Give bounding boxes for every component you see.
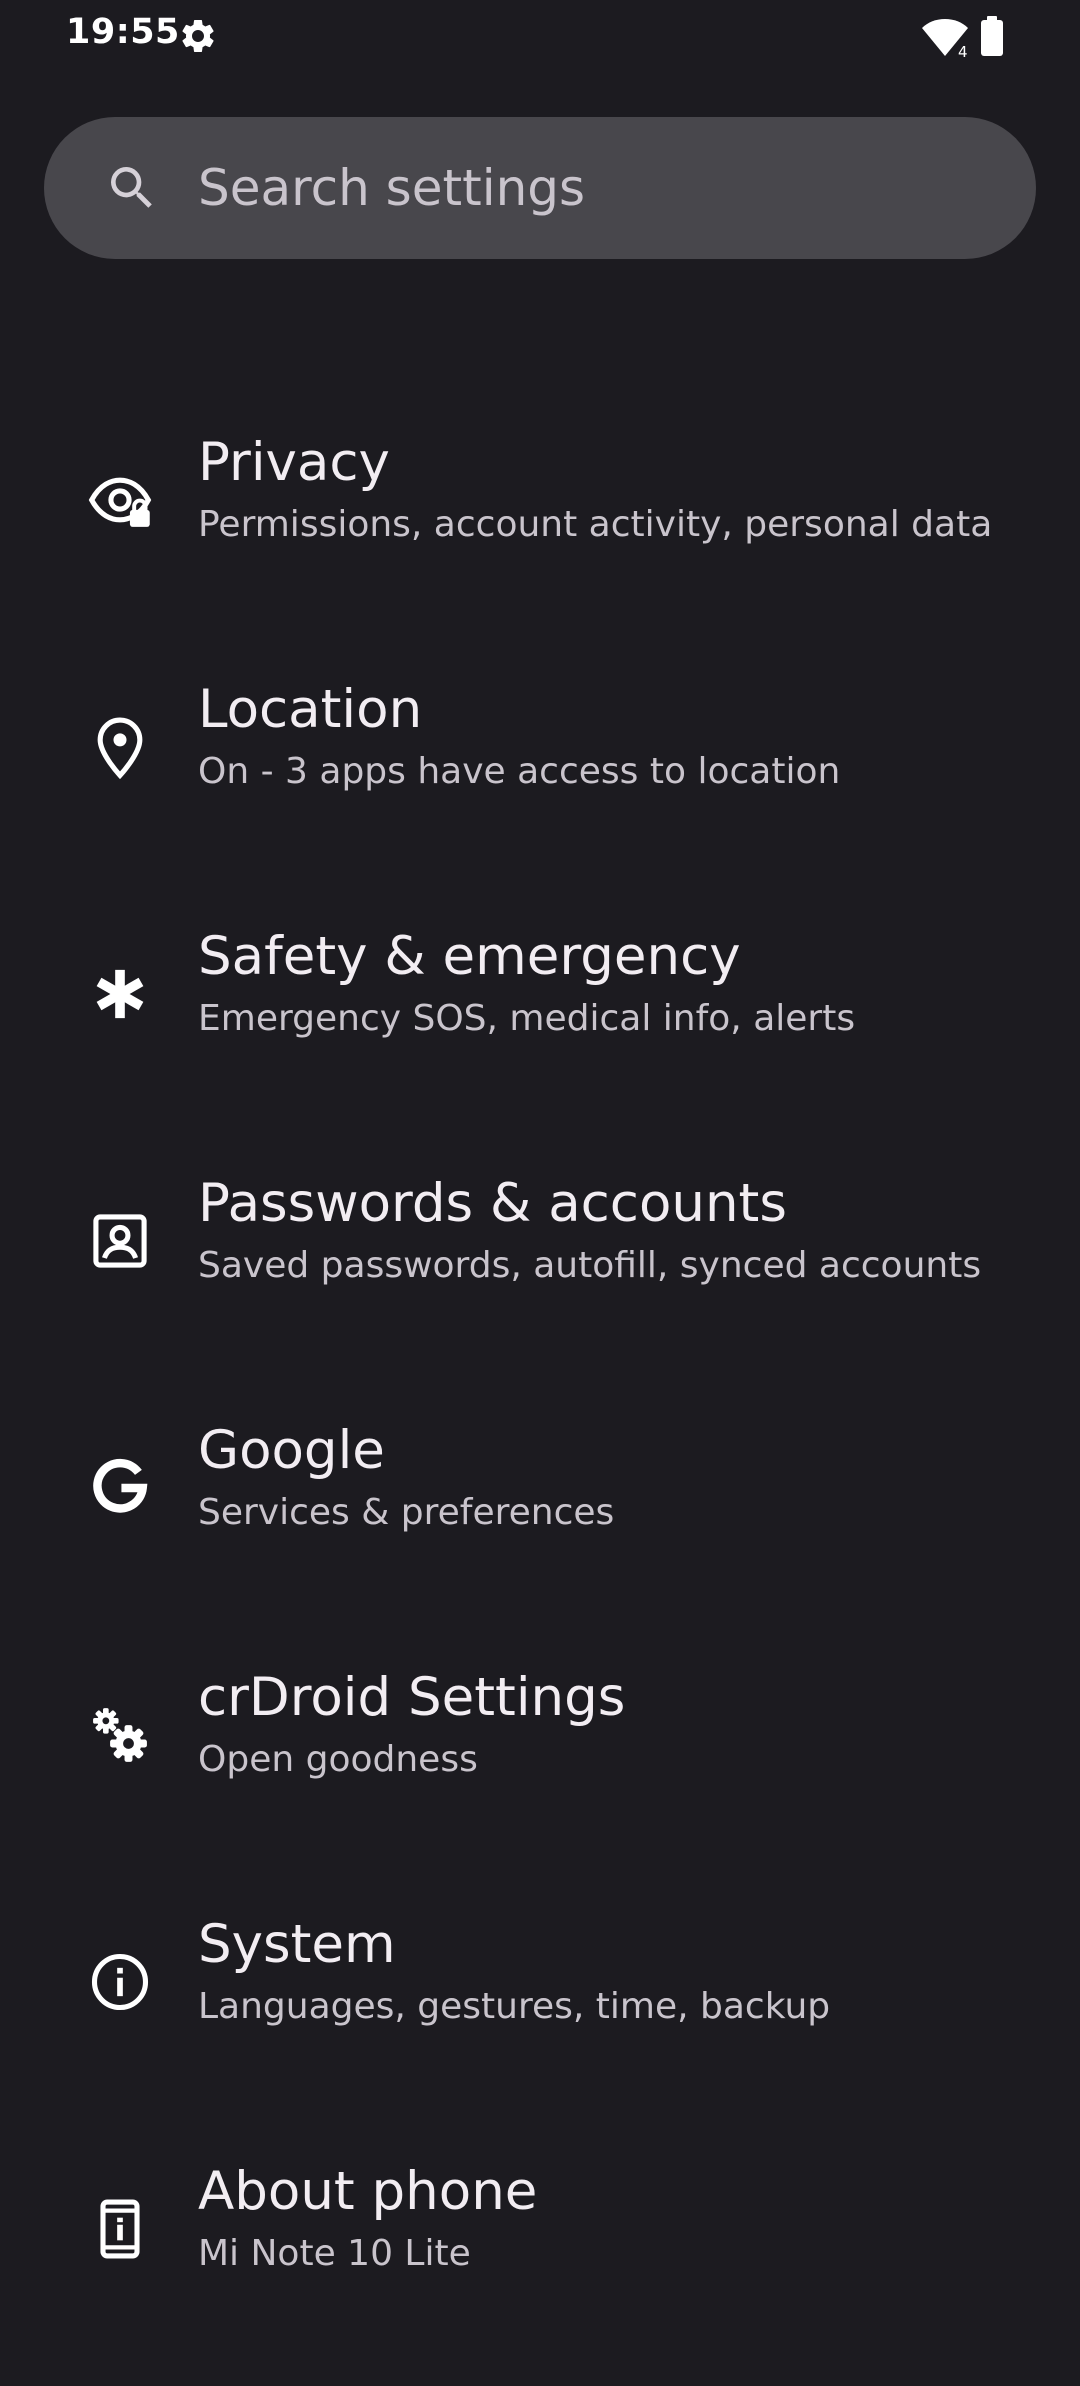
settings-item-subtitle: Saved passwords, autofill, synced accoun… — [198, 1245, 982, 1286]
settings-item-subtitle: Services & preferences — [198, 1492, 615, 1533]
settings-item-title: Privacy — [198, 432, 390, 493]
eye-lock-icon — [86, 466, 154, 534]
settings-item-subtitle: Languages, gestures, time, backup — [198, 1986, 831, 2027]
gears-icon — [86, 1701, 154, 1769]
settings-item-title: About phone — [198, 2161, 538, 2222]
google-icon — [86, 1454, 154, 1522]
wifi-badge: 4 — [958, 43, 968, 58]
wifi-icon: 4 — [920, 16, 970, 61]
settings-item-crdroid-settings[interactable]: crDroid Settings Open goodness — [0, 1645, 1080, 1892]
settings-item-safety-emergency[interactable]: Safety & emergency Emergency SOS, medica… — [0, 904, 1080, 1151]
settings-item-title: Location — [198, 679, 423, 740]
phone-info-icon — [86, 2195, 154, 2263]
settings-item-subtitle: Permissions, account activity, personal … — [198, 504, 993, 545]
settings-item-system[interactable]: System Languages, gestures, time, backup — [0, 1892, 1080, 2139]
status-bar: 19:55 4 — [0, 0, 1080, 72]
settings-item-subtitle: On - 3 apps have access to location — [198, 751, 841, 792]
account-box-icon — [86, 1207, 154, 1275]
settings-item-subtitle: Emergency SOS, medical info, alerts — [198, 998, 856, 1039]
location-pin-icon — [86, 713, 154, 781]
settings-item-title: Passwords & accounts — [198, 1173, 787, 1234]
settings-item-privacy[interactable]: Privacy Permissions, account activity, p… — [0, 410, 1080, 657]
settings-item-subtitle: Mi Note 10 Lite — [198, 2233, 471, 2274]
settings-item-title: System — [198, 1914, 396, 1975]
settings-item-passwords-accounts[interactable]: Passwords & accounts Saved passwords, au… — [0, 1151, 1080, 1398]
settings-item-location[interactable]: Location On - 3 apps have access to loca… — [0, 657, 1080, 904]
info-icon — [86, 1948, 154, 2016]
gear-icon — [178, 16, 218, 56]
settings-item-title: Safety & emergency — [198, 926, 741, 987]
search-bar[interactable]: Search settings — [44, 117, 1036, 259]
battery-icon — [978, 14, 1006, 58]
settings-item-title: crDroid Settings — [198, 1667, 626, 1728]
settings-item-title: Google — [198, 1420, 385, 1481]
settings-item-google[interactable]: Google Services & preferences — [0, 1398, 1080, 1645]
asterisk-icon — [86, 960, 154, 1028]
status-time: 19:55 — [66, 12, 180, 52]
settings-item-subtitle: Open goodness — [198, 1739, 478, 1780]
settings-item-about-phone[interactable]: About phone Mi Note 10 Lite — [0, 2139, 1080, 2386]
settings-list: Privacy Permissions, account activity, p… — [0, 410, 1080, 2386]
search-icon — [104, 160, 160, 216]
search-placeholder[interactable]: Search settings — [198, 117, 585, 259]
